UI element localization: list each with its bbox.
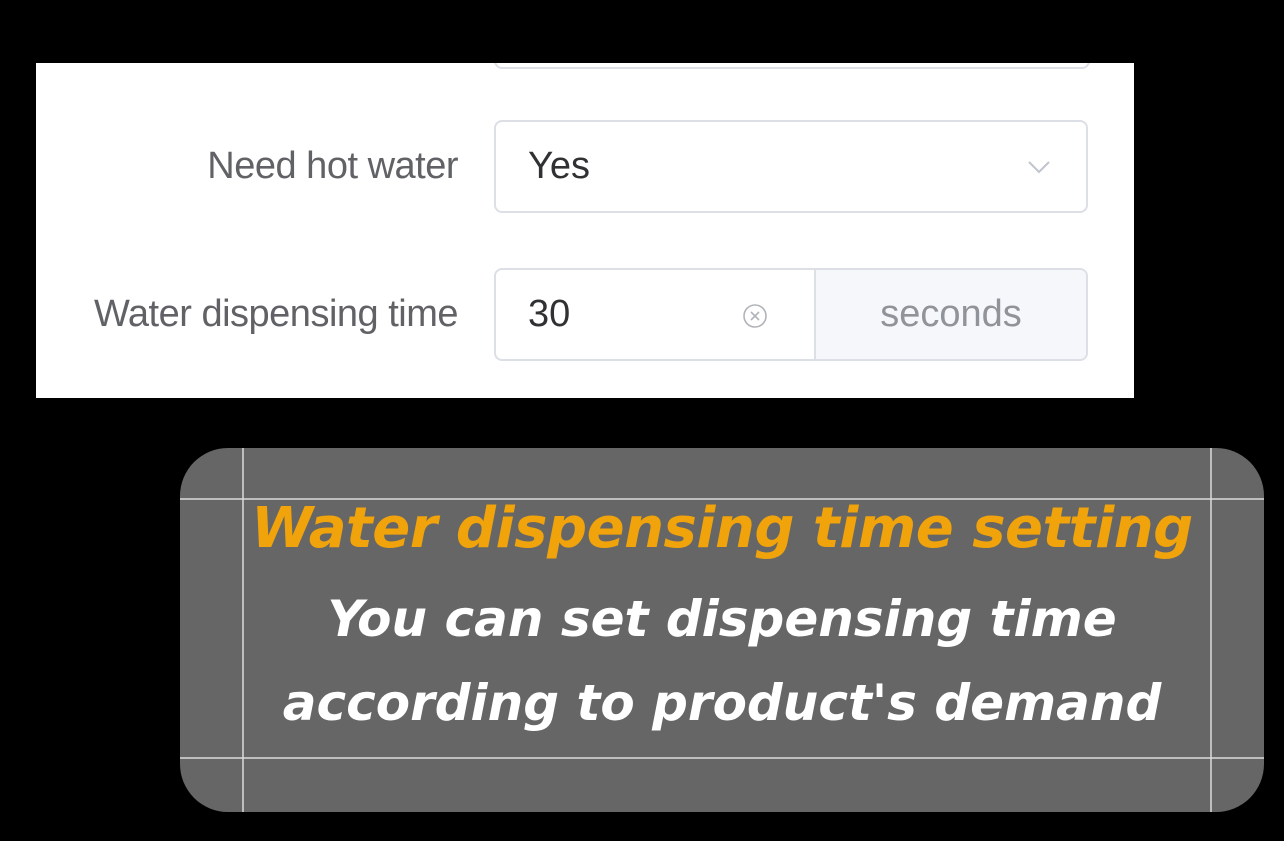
dispensing-time-label: Water dispensing time [93,293,459,335]
caption-line-1: You can set dispensing time [327,590,1117,648]
previous-field-edge [494,63,1090,69]
screen: Need hot water Yes Water dispensing time… [0,0,1284,841]
hot-water-selected-value: Yes [528,145,590,187]
form-row-dispensing-time: Water dispensing time seconds [36,268,1134,361]
chevron-down-icon [1028,161,1050,174]
form-row-hot-water: Need hot water Yes [36,120,1134,213]
caption-box: Water dispensing time setting You can se… [180,448,1264,812]
dispensing-time-input-group: seconds [494,268,1088,361]
caption-line-2: according to product's demand [282,674,1162,732]
dispensing-time-unit: seconds [814,270,1086,359]
guide-line [180,757,1264,759]
circle-close-icon[interactable] [742,303,768,329]
settings-form: Need hot water Yes Water dispensing time… [36,63,1134,398]
caption-title: Water dispensing time setting [251,496,1193,561]
hot-water-label: Need hot water [207,145,458,187]
hot-water-select[interactable]: Yes [494,120,1088,213]
